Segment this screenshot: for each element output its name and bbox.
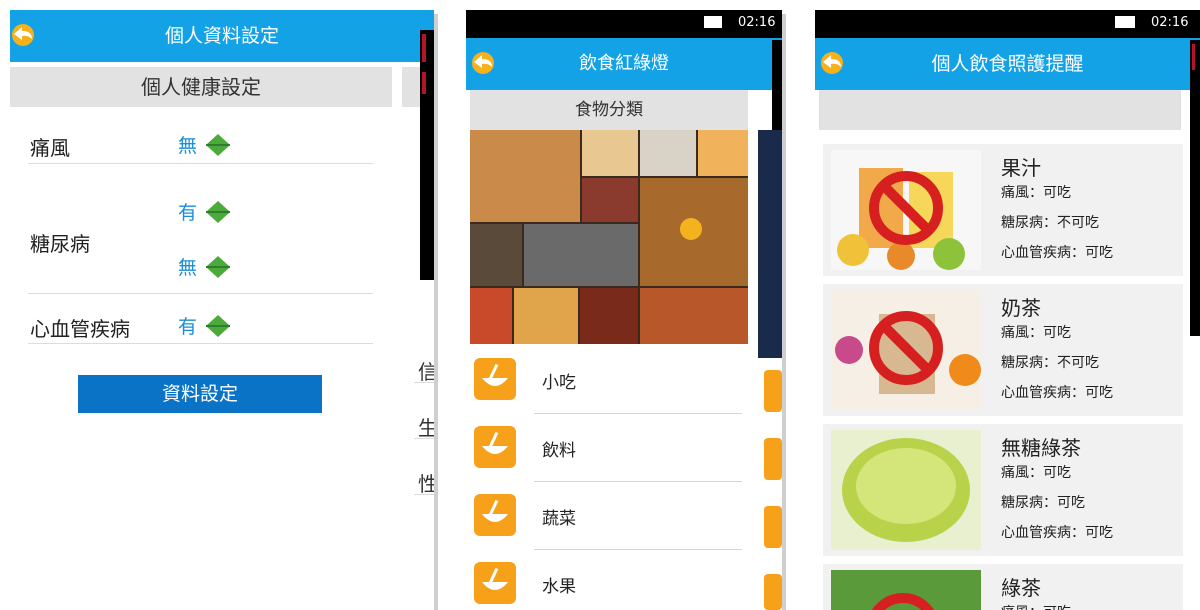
category-item-snacks[interactable]: 小吃 xyxy=(466,346,746,414)
cardio-status: 心血管疾病：可吃 xyxy=(1001,525,1113,541)
app-bar: 個人飲食照護提醒 xyxy=(815,38,1200,90)
diet-care-reminder-screen: 02:16 個人飲食照護提醒 果汁 痛風：可吃 糖尿病：不可吃 心血管疾病：可吃 xyxy=(815,10,1200,610)
divider xyxy=(414,494,434,495)
peek-text: 性 xyxy=(418,472,434,496)
green-tea-image xyxy=(831,430,981,550)
food-collage-image[interactable] xyxy=(470,130,748,344)
peek-bowl-icon xyxy=(764,506,782,548)
section-title: 個人健康設定 xyxy=(141,75,261,99)
bowl-icon xyxy=(474,562,516,604)
juice-image xyxy=(831,150,981,270)
food-card-unsweetened-green-tea[interactable]: 無糖綠茶 痛風：可吃 糖尿病：可吃 心血管疾病：可吃 xyxy=(823,424,1183,556)
section-header: 食物分類 xyxy=(470,90,748,130)
diabetes-value-text: 有 xyxy=(178,202,198,224)
gout-value[interactable]: 無 xyxy=(178,131,231,158)
battery-icon xyxy=(704,16,722,28)
gout-status: 痛風：可吃 xyxy=(1001,465,1071,481)
status-bar: 02:16 xyxy=(466,10,782,38)
next-panel-image xyxy=(758,130,782,358)
diabetes-value-text: 無 xyxy=(178,257,198,279)
battery-icon xyxy=(1115,16,1135,28)
food-card-juice[interactable]: 果汁 痛風：可吃 糖尿病：不可吃 心血管疾病：可吃 xyxy=(823,144,1183,276)
up-down-arrow-icon[interactable] xyxy=(205,254,231,280)
peek-strip-mark xyxy=(422,34,426,62)
diabetes-label: 糖尿病 xyxy=(30,232,90,256)
gout-status: 痛風：可吃 xyxy=(1001,602,1071,610)
save-settings-button[interactable]: 資料設定 xyxy=(78,375,322,413)
cardio-label: 心血管疾病 xyxy=(30,317,130,341)
gout-status: 痛風：可吃 xyxy=(1001,325,1071,341)
diabetes-status: 糖尿病：不可吃 xyxy=(1001,355,1099,371)
app-bar: 個人資料設定 xyxy=(10,10,434,62)
personal-settings-screen: 個人資料設定 個人健康設定 痛風 無 有 糖尿病 無 心血管疾病 有 資料設定 … xyxy=(10,10,434,610)
food-card-milk-tea[interactable]: 奶茶 痛風：可吃 糖尿病：不可吃 心血管疾病：可吃 xyxy=(823,284,1183,416)
peek-strip xyxy=(420,30,434,280)
up-down-arrow-icon[interactable] xyxy=(205,313,231,339)
cardio-value-text: 有 xyxy=(178,316,198,338)
diabetes-status: 糖尿病：可吃 xyxy=(1001,495,1085,511)
diabetes-value-1[interactable]: 有 xyxy=(178,198,231,225)
screen-title: 個人資料設定 xyxy=(164,25,279,47)
diabetes-status: 糖尿病：不可吃 xyxy=(1001,215,1099,231)
peek-strip-mark xyxy=(422,72,426,94)
bowl-icon xyxy=(474,358,516,400)
category-label: 蔬菜 xyxy=(542,509,576,529)
screen-title: 個人飲食照護提醒 xyxy=(931,53,1084,75)
diabetes-value-2[interactable]: 無 xyxy=(178,253,231,280)
category-label: 水果 xyxy=(542,577,576,597)
category-item-drinks[interactable]: 飲料 xyxy=(466,414,746,482)
gout-value-text: 無 xyxy=(178,135,198,157)
status-bar: 02:16 xyxy=(815,10,1200,38)
section-header: 個人健康設定 xyxy=(10,67,392,107)
food-name: 無糖綠茶 xyxy=(1001,436,1081,460)
back-arrow-icon[interactable] xyxy=(819,50,849,76)
food-name: 奶茶 xyxy=(1001,296,1041,320)
status-time: 02:16 xyxy=(1151,15,1189,30)
peek-text: 生 xyxy=(418,416,434,440)
bowl-icon xyxy=(474,426,516,468)
cardio-value[interactable]: 有 xyxy=(178,312,231,339)
peek-bowl-icon xyxy=(764,574,782,610)
food-card-green-tea[interactable]: 綠茶 痛風：可吃 xyxy=(823,564,1183,610)
section-header xyxy=(819,90,1181,130)
category-item-vegetables[interactable]: 蔬菜 xyxy=(466,482,746,550)
cardio-status: 心血管疾病：可吃 xyxy=(1001,385,1113,401)
category-label: 飲料 xyxy=(542,441,576,461)
screen-title: 飲食紅綠燈 xyxy=(579,53,669,74)
divider xyxy=(414,438,434,439)
cardio-status: 心血管疾病：可吃 xyxy=(1001,245,1113,261)
green-tea-leaves-image xyxy=(831,570,981,610)
peek-text: 信 xyxy=(418,360,434,384)
divider xyxy=(28,293,373,294)
gout-status: 痛風：可吃 xyxy=(1001,185,1071,201)
back-arrow-icon[interactable] xyxy=(10,22,40,48)
category-label: 小吃 xyxy=(542,373,576,393)
peek-bowl-icon xyxy=(764,370,782,412)
divider xyxy=(28,343,373,344)
bowl-icon xyxy=(474,494,516,536)
up-down-arrow-icon[interactable] xyxy=(205,132,231,158)
gout-label: 痛風 xyxy=(30,136,70,160)
status-time: 02:16 xyxy=(738,15,776,30)
milk-tea-image xyxy=(831,290,981,410)
back-arrow-icon[interactable] xyxy=(470,50,500,76)
peek-strip xyxy=(1190,40,1200,336)
peek-strip xyxy=(772,40,782,130)
divider xyxy=(414,382,434,383)
up-down-arrow-icon[interactable] xyxy=(205,199,231,225)
food-traffic-light-screen: 02:16 飲食紅綠燈 食物分類 小吃 飲料 蔬菜 水果 xyxy=(466,10,782,610)
divider xyxy=(28,163,373,164)
app-bar: 飲食紅綠燈 xyxy=(466,38,782,90)
peek-bowl-icon xyxy=(764,438,782,480)
section-title: 食物分類 xyxy=(575,100,643,120)
food-name: 綠茶 xyxy=(1001,576,1041,600)
category-item-fruits[interactable]: 水果 xyxy=(466,550,746,610)
food-name: 果汁 xyxy=(1001,156,1041,180)
peek-strip-mark xyxy=(1192,44,1195,70)
